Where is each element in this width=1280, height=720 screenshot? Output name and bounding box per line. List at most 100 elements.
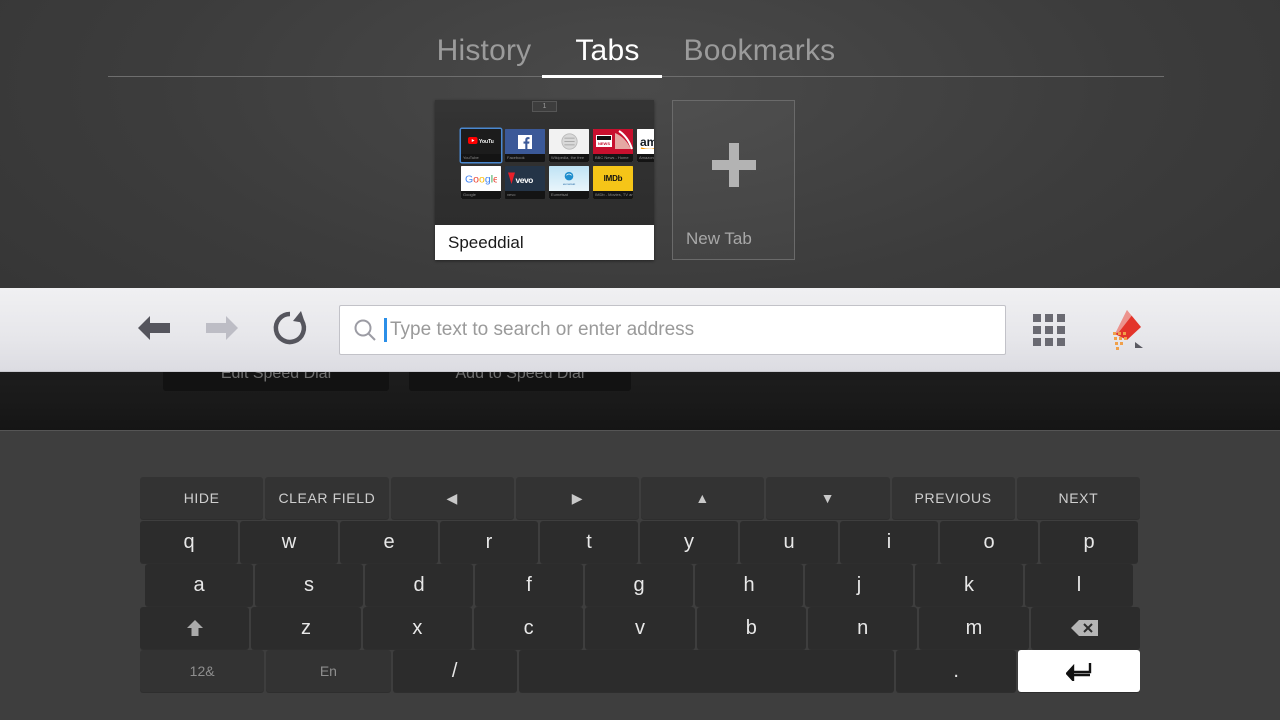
keyboard-row-bottom: 12& En / . xyxy=(140,650,1141,692)
key-c[interactable]: c xyxy=(473,607,584,649)
speed-dial-caption: Wikipedia, the free xyxy=(549,154,589,162)
key-d[interactable]: d xyxy=(365,564,473,606)
edit-speed-dial-button[interactable]: Edit Speed Dial xyxy=(163,372,389,391)
key-n[interactable]: n xyxy=(807,607,918,649)
key-x[interactable]: x xyxy=(362,607,472,649)
tab-thumbnail-preview: YouTube YouTube Facebook xyxy=(435,112,654,225)
tab-card-header: 1 xyxy=(435,100,654,112)
key-arrow-right[interactable]: ▶ xyxy=(515,477,639,519)
new-tab-button[interactable]: New Tab xyxy=(672,100,795,260)
google-logo-icon: Google xyxy=(461,166,501,191)
speed-dial-caption: Google xyxy=(461,191,501,199)
reload-button[interactable] xyxy=(266,306,314,354)
key-l[interactable]: l xyxy=(1025,564,1133,606)
speed-dial-caption: Amazon xyxy=(637,154,654,162)
key-s[interactable]: s xyxy=(255,564,363,606)
key-b[interactable]: b xyxy=(696,607,806,649)
speed-dial-caption: vevo xyxy=(505,191,545,199)
speed-dial-tile-bbc-news: NEWS BBC News - Home xyxy=(593,129,633,162)
speed-dial-caption: Facebook xyxy=(505,154,545,162)
svg-text:NEWS: NEWS xyxy=(598,141,610,146)
key-r[interactable]: r xyxy=(440,521,538,563)
key-g[interactable]: g xyxy=(585,564,693,606)
key-h[interactable]: h xyxy=(695,564,803,606)
shift-key[interactable] xyxy=(140,607,250,649)
backspace-icon xyxy=(1071,619,1099,637)
key-t[interactable]: t xyxy=(540,521,638,563)
panel-tab-bar: History Tabs Bookmarks xyxy=(108,18,1164,76)
browser-tab-switcher-screen: History Tabs Bookmarks 1 YouTube xyxy=(0,0,1280,720)
speed-dial-tile-amazon: ama Amazon xyxy=(637,129,654,162)
reload-icon xyxy=(271,309,309,350)
tab-card-area: 1 YouTube YouTube xyxy=(0,96,1280,271)
imdb-logo-icon: IMDb xyxy=(593,166,633,191)
address-bar-placeholder: Type text to search or enter address xyxy=(390,318,695,340)
browser-toolbar: Type text to search or enter address xyxy=(0,288,1280,372)
apps-grid-button[interactable] xyxy=(1027,308,1071,352)
speed-dial-tile-youtube: YouTube YouTube xyxy=(461,129,501,162)
key-arrow-up[interactable]: ▲ xyxy=(641,477,765,519)
key-e[interactable]: e xyxy=(340,521,438,563)
key-v[interactable]: v xyxy=(585,607,695,649)
key-previous[interactable]: PREVIOUS xyxy=(891,477,1015,519)
key-a[interactable]: a xyxy=(145,564,253,606)
key-q[interactable]: q xyxy=(140,521,238,563)
keyboard-function-row: HIDE CLEAR FIELD ◀ ▶ ▲ ▼ PREVIOUS NEXT xyxy=(140,477,1140,519)
key-period[interactable]: . xyxy=(896,650,1016,692)
speed-dial-caption: YouTube xyxy=(461,154,501,162)
menu-button[interactable] xyxy=(1097,304,1149,356)
add-to-speed-dial-button[interactable]: Add to Speed Dial xyxy=(409,372,631,391)
facebook-logo-icon xyxy=(505,129,545,154)
tab-tabs[interactable]: Tabs xyxy=(553,36,661,76)
speed-dial-tile-wikipedia: Wikipedia, the free xyxy=(549,129,589,162)
key-hide[interactable]: HIDE xyxy=(140,477,264,519)
speed-dial-tile-facebook: Facebook xyxy=(505,129,545,162)
key-p[interactable]: p xyxy=(1040,521,1138,563)
backspace-key[interactable] xyxy=(1030,607,1140,649)
key-o[interactable]: o xyxy=(940,521,1038,563)
key-y[interactable]: y xyxy=(640,521,738,563)
search-icon xyxy=(352,317,378,343)
key-u[interactable]: u xyxy=(740,521,838,563)
key-space[interactable] xyxy=(518,650,895,692)
key-clear-field[interactable]: CLEAR FIELD xyxy=(265,477,389,519)
plus-icon xyxy=(711,143,756,187)
key-i[interactable]: i xyxy=(840,521,938,563)
keyboard-row-zxcv: z x c v b n m xyxy=(140,607,1140,649)
keyboard-row-qwerty: q w e r t y u i o p xyxy=(140,521,1140,563)
key-m[interactable]: m xyxy=(919,607,1029,649)
tab-history[interactable]: History xyxy=(415,36,554,76)
opera-logo-icon xyxy=(1097,309,1149,359)
key-w[interactable]: w xyxy=(240,521,338,563)
svg-text:vevo: vevo xyxy=(516,175,534,185)
svg-text:YouTube: YouTube xyxy=(479,139,494,145)
new-tab-label: New Tab xyxy=(686,229,752,248)
tab-bookmarks[interactable]: Bookmarks xyxy=(662,36,858,76)
key-f[interactable]: f xyxy=(475,564,583,606)
svg-text:Google: Google xyxy=(465,173,497,185)
key-z[interactable]: z xyxy=(251,607,361,649)
speed-dial-tile-imdb: IMDb IMDb - Movies, TV an xyxy=(593,166,633,199)
key-arrow-down[interactable]: ▼ xyxy=(766,477,890,519)
key-j[interactable]: j xyxy=(805,564,913,606)
back-button[interactable] xyxy=(130,306,178,354)
key-symbols[interactable]: 12& xyxy=(140,650,265,692)
speed-dial-tile-eumetsat: eumetsat Eumetsat xyxy=(549,166,589,199)
address-bar[interactable]: Type text to search or enter address xyxy=(339,304,1006,355)
forward-button[interactable] xyxy=(198,306,246,354)
tab-card-title: Speeddial xyxy=(435,225,654,260)
speed-dial-caption: Eumetsat xyxy=(549,191,589,199)
eumetsat-logo-icon: eumetsat xyxy=(549,166,589,191)
grid-apps-icon xyxy=(1033,313,1065,346)
enter-key[interactable] xyxy=(1017,650,1141,692)
key-k[interactable]: k xyxy=(915,564,1023,606)
svg-text:ama: ama xyxy=(640,135,654,149)
key-language[interactable]: En xyxy=(266,650,391,692)
key-arrow-left[interactable]: ◀ xyxy=(390,477,514,519)
vevo-logo-icon: vevo xyxy=(505,166,545,191)
speed-dial-tile-vevo: vevo vevo xyxy=(505,166,545,199)
speed-dial-grid: YouTube YouTube Facebook xyxy=(461,129,654,199)
key-slash[interactable]: / xyxy=(392,650,517,692)
key-next[interactable]: NEXT xyxy=(1016,477,1140,519)
tab-card-speeddial[interactable]: 1 YouTube YouTube xyxy=(435,100,654,260)
